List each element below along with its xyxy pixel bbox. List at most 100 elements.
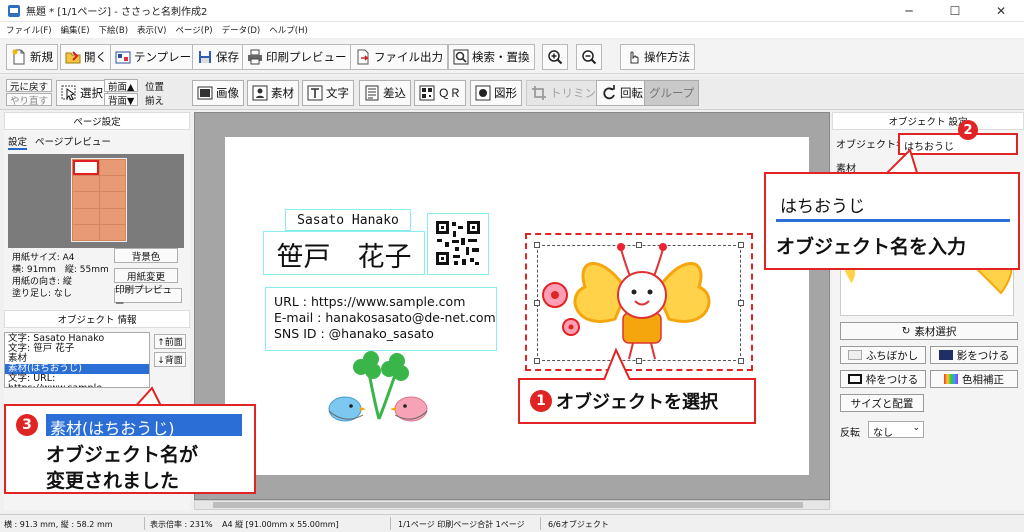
- undo-button[interactable]: 元に戻す: [6, 79, 53, 93]
- open-label: 開く: [84, 50, 107, 64]
- frame-button[interactable]: 枠をつける: [840, 370, 926, 388]
- qr-button[interactable]: ＱＲ: [414, 80, 466, 106]
- card-slot[interactable]: [99, 224, 125, 240]
- print-preview-button[interactable]: 印刷プレビュー: [242, 44, 352, 70]
- crop-icon: [532, 86, 546, 100]
- hue-adjust-button[interactable]: 色相補正: [930, 370, 1018, 388]
- contact-box[interactable]: URL : https://www.sample.com E-mail : ha…: [265, 287, 497, 351]
- bring-front-button[interactable]: 前面▲: [104, 79, 139, 93]
- search-replace-button[interactable]: 検索・置換: [448, 44, 535, 70]
- menu-sketch[interactable]: 下絵(B): [99, 24, 128, 36]
- menu-help[interactable]: ヘルプ(H): [269, 24, 308, 36]
- tab-settings[interactable]: 設定: [8, 134, 28, 150]
- menu-edit[interactable]: 編集(E): [61, 24, 90, 36]
- paper-orientation: 用紙の向き: 縦: [12, 277, 72, 287]
- scrollbar-thumb[interactable]: [213, 502, 803, 508]
- object-settings-header: オブジェクト 設定: [832, 112, 1024, 130]
- callout-select-object: 1 オブジェクトを選択: [518, 378, 756, 424]
- select-material-button[interactable]: ↻ 素材選択: [840, 322, 1018, 340]
- text-button[interactable]: 文字: [302, 80, 354, 106]
- hand-pointer-icon: [630, 51, 639, 64]
- menu-file[interactable]: ファイル(F): [6, 24, 52, 36]
- minimize-button[interactable]: ─: [886, 0, 932, 22]
- text-label: 文字: [326, 86, 349, 100]
- object-back-button[interactable]: ↓背面: [154, 352, 186, 367]
- zoom-in-button[interactable]: [542, 44, 568, 70]
- new-label: 新規: [30, 50, 53, 64]
- hue-adjust-label: 色相補正: [962, 373, 1004, 386]
- list-item[interactable]: 文字: 笹戸 花子: [8, 344, 146, 354]
- send-back-button[interactable]: 背面▼: [104, 93, 139, 107]
- paper-thumbnail[interactable]: [71, 158, 127, 242]
- size-position-button[interactable]: サイズと配置: [840, 394, 924, 412]
- shape-button[interactable]: 図形: [470, 80, 522, 106]
- name-roman-box[interactable]: Sasato Hanako: [285, 209, 411, 231]
- horizontal-scrollbar[interactable]: [194, 500, 830, 510]
- page-print-preview-button[interactable]: 印刷プレビュー: [114, 285, 182, 310]
- align-button[interactable]: 位置 揃え: [142, 79, 167, 107]
- new-button[interactable]: 新規: [6, 44, 58, 70]
- card-slot[interactable]: [73, 224, 99, 240]
- business-card[interactable]: Sasato Hanako 笹戸 花子 URL : https://www.sa…: [225, 137, 809, 475]
- redo-button[interactable]: やり直す: [6, 93, 53, 107]
- close-button[interactable]: ✕: [978, 0, 1024, 22]
- card-slot[interactable]: [99, 192, 125, 208]
- card-slot[interactable]: [73, 208, 99, 224]
- image-button[interactable]: 画像: [192, 80, 244, 106]
- callout-3-number: 3: [16, 414, 38, 436]
- material-button[interactable]: 素材: [247, 80, 299, 106]
- list-item[interactable]: 文字: URL: https://www.sample.: [8, 374, 146, 388]
- qr-code[interactable]: [427, 213, 489, 275]
- page-settings-header: ページ設定: [4, 112, 190, 130]
- contact-url: URL : https://www.sample.com: [274, 294, 466, 309]
- save-button[interactable]: 保存: [192, 44, 244, 70]
- flip-select[interactable]: なし ⌄: [868, 421, 924, 439]
- menu-data[interactable]: データ(D): [222, 24, 261, 36]
- object-front-button[interactable]: ↑前面: [154, 334, 186, 349]
- card-slot[interactable]: [99, 176, 125, 192]
- color-palette-icon: [944, 374, 958, 384]
- callout-2-input-text: はちおうじ: [780, 197, 865, 217]
- rotate-button[interactable]: 回転: [596, 80, 648, 106]
- tab-page-preview[interactable]: ページプレビュー: [35, 134, 111, 150]
- contact-email: E-mail : hanakosasato@de-net.com: [274, 310, 496, 325]
- callout-name-changed: 3 素材(はちおうじ) オブジェクト名が 変更されました: [4, 404, 256, 494]
- card-slot[interactable]: [73, 176, 99, 192]
- status-zoom: 表示倍率 : 231%: [150, 520, 213, 529]
- background-color-button[interactable]: 背景色: [114, 248, 178, 263]
- window-title: 無題 * [1/1ページ] - ささっと名刺作成2: [26, 7, 208, 18]
- qr-icon: [419, 85, 435, 101]
- status-divider: [390, 517, 391, 530]
- merge-icon: [365, 85, 379, 101]
- blur-edge-button[interactable]: ふちぼかし: [840, 346, 926, 364]
- group-button[interactable]: グループ: [644, 80, 700, 106]
- menu-page[interactable]: ページ(P): [175, 24, 212, 36]
- group-label: グループ: [649, 86, 695, 100]
- undo-redo-group: 元に戻す やり直す: [6, 79, 53, 107]
- status-objects: 6/6オブジェクト: [548, 520, 609, 529]
- callout-enter-name: はちおうじ オブジェクト名を入力: [764, 172, 1020, 270]
- menu-view[interactable]: 表示(V): [137, 24, 166, 36]
- select-tool-button[interactable]: 選択: [56, 80, 108, 106]
- file-output-button[interactable]: ファイル出力: [350, 44, 448, 70]
- zoom-out-button[interactable]: [576, 44, 602, 70]
- name-jp-box[interactable]: 笹戸 花子: [263, 231, 425, 275]
- maximize-button[interactable]: ☐: [932, 0, 978, 22]
- search-icon: [453, 49, 469, 65]
- select-material-label: 素材選択: [914, 325, 957, 338]
- merge-button[interactable]: 差込: [359, 80, 411, 106]
- material-label: 素材: [271, 86, 294, 100]
- cursor-icon: [61, 85, 76, 101]
- card-slot[interactable]: [99, 208, 125, 224]
- operation-guide-button[interactable]: 操作方法: [620, 44, 695, 70]
- save-label: 保存: [216, 50, 239, 64]
- selected-card-slot[interactable]: [73, 160, 99, 176]
- open-button[interactable]: 開く: [60, 44, 112, 70]
- order-group: 前面▲ 背面▼: [104, 79, 139, 107]
- shadow-button[interactable]: 影をつける: [930, 346, 1018, 364]
- card-slot[interactable]: [73, 192, 99, 208]
- card-slot[interactable]: [99, 160, 125, 176]
- clover-birds-illustration[interactable]: [315, 349, 445, 431]
- canvas-area[interactable]: Sasato Hanako 笹戸 花子 URL : https://www.sa…: [194, 112, 830, 500]
- object-list[interactable]: 文字: Sasato Hanako 文字: 笹戸 花子 素材 素材(はちおうじ)…: [4, 332, 150, 388]
